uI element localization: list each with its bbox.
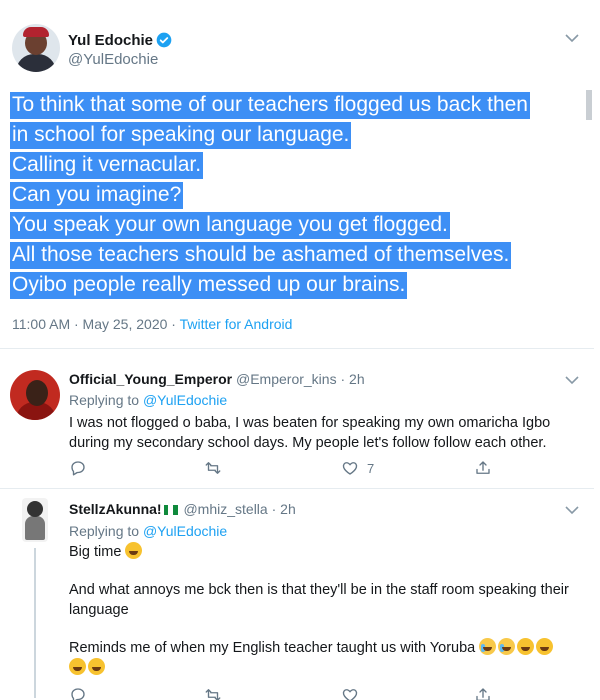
tweet-line: To think that some of our teachers flogg… (10, 90, 590, 120)
rolling-laughing-emoji-icon (125, 542, 143, 559)
share-button[interactable] (474, 686, 492, 700)
verified-badge-icon (156, 32, 172, 48)
reply-header: Official_Young_Emperor @Emperor_kins · 2… (69, 371, 365, 387)
tweet-timestamp[interactable]: 11:00 AM · May 25, 2020 (12, 316, 167, 332)
reply-icon (71, 461, 85, 476)
reply-header: StellzAkunna! @mhiz_stella · 2h (69, 501, 296, 517)
reply-author-name[interactable]: StellzAkunna! (69, 501, 162, 517)
tweet-line: All those teachers should be ashamed of … (10, 240, 590, 270)
avatar[interactable] (22, 498, 48, 542)
thread-line (34, 548, 36, 698)
crying-emoji-icon (498, 638, 516, 655)
reply-text: I was not flogged o baba, I was beaten f… (69, 415, 551, 451)
reply-tweet[interactable]: Official_Young_Emperor @Emperor_kins · 2… (0, 358, 594, 486)
nigeria-flag-icon (163, 502, 178, 515)
chevron-down-icon[interactable] (565, 34, 579, 43)
share-button[interactable] (474, 459, 492, 477)
avatar[interactable] (12, 24, 60, 72)
action-bar: 7 (69, 459, 509, 477)
reply-button[interactable] (69, 459, 87, 477)
reply-time[interactable]: 2h (280, 501, 296, 517)
tweet-line: Oyibo people really messed up our brains… (10, 270, 590, 300)
dot-separator: · (336, 371, 350, 387)
like-count: 7 (367, 460, 375, 476)
reply-text: Big time And what annoys me bck then is … (69, 542, 584, 696)
reply-button[interactable] (69, 686, 87, 700)
tweet-text: To think that some of our teachers flogg… (10, 90, 590, 300)
chevron-down-icon[interactable] (565, 506, 579, 515)
reply-author-handle[interactable]: @mhiz_stella (183, 501, 267, 517)
tweet-source-link[interactable]: Twitter for Android (180, 316, 293, 332)
dot-separator: · (267, 501, 281, 517)
action-bar (69, 686, 509, 700)
reply-time[interactable]: 2h (349, 371, 365, 387)
reply-author-handle[interactable]: @Emperor_kins (236, 371, 337, 387)
scrollbar[interactable] (586, 90, 592, 120)
reply-tweet[interactable]: StellzAkunna! @mhiz_stella · 2h Replying… (0, 494, 594, 700)
replying-to: Replying to @YulEdochie (69, 523, 227, 539)
main-tweet: Yul Edochie @YulEdochie To think that so… (0, 0, 594, 348)
reply-paragraph: Big time (69, 542, 584, 562)
mention-link[interactable]: @YulEdochie (143, 392, 227, 408)
reply-paragraph: And what annoys me bck then is that they… (69, 582, 569, 618)
like-button[interactable]: 7 (341, 459, 374, 477)
replying-to-label: Replying to (69, 392, 143, 408)
avatar[interactable] (10, 370, 60, 420)
tweet-line: Can you imagine? (10, 180, 590, 210)
share-icon (476, 461, 490, 474)
like-icon (342, 462, 358, 475)
replying-to-label: Replying to (69, 523, 143, 539)
author-name[interactable]: Yul Edochie (68, 32, 172, 49)
mention-link[interactable]: @YulEdochie (143, 523, 227, 539)
tweet-meta: 11:00 AM · May 25, 2020 · Twitter for An… (12, 316, 292, 332)
rolling-laughing-emoji-icon (69, 658, 86, 675)
retweet-button[interactable] (204, 686, 222, 700)
retweet-icon (205, 689, 221, 700)
rolling-laughing-emoji-icon (536, 638, 554, 655)
rolling-laughing-emoji-icon (517, 638, 535, 655)
like-button[interactable] (341, 686, 359, 700)
author-name-text[interactable]: Yul Edochie (68, 32, 153, 49)
retweet-button[interactable] (204, 459, 222, 477)
replying-to: Replying to @YulEdochie (69, 392, 227, 408)
tweet-line: You speak your own language you get flog… (10, 210, 590, 240)
divider (0, 348, 594, 349)
like-icon (342, 689, 358, 700)
author-handle[interactable]: @YulEdochie (68, 51, 158, 68)
reply-author-name[interactable]: Official_Young_Emperor (69, 371, 232, 387)
tweet-line: Calling it vernacular. (10, 150, 590, 180)
reply-icon (71, 688, 85, 700)
reply-paragraph: Reminds me of when my English teacher ta… (69, 638, 584, 678)
divider (0, 488, 594, 489)
chevron-down-icon[interactable] (565, 376, 579, 385)
meta-separator: · (167, 316, 180, 332)
retweet-icon (205, 462, 221, 474)
crying-emoji-icon (479, 638, 497, 655)
share-icon (476, 688, 490, 700)
tweet-line: in school for speaking our language. (10, 120, 590, 150)
rolling-laughing-emoji-icon (88, 658, 105, 675)
